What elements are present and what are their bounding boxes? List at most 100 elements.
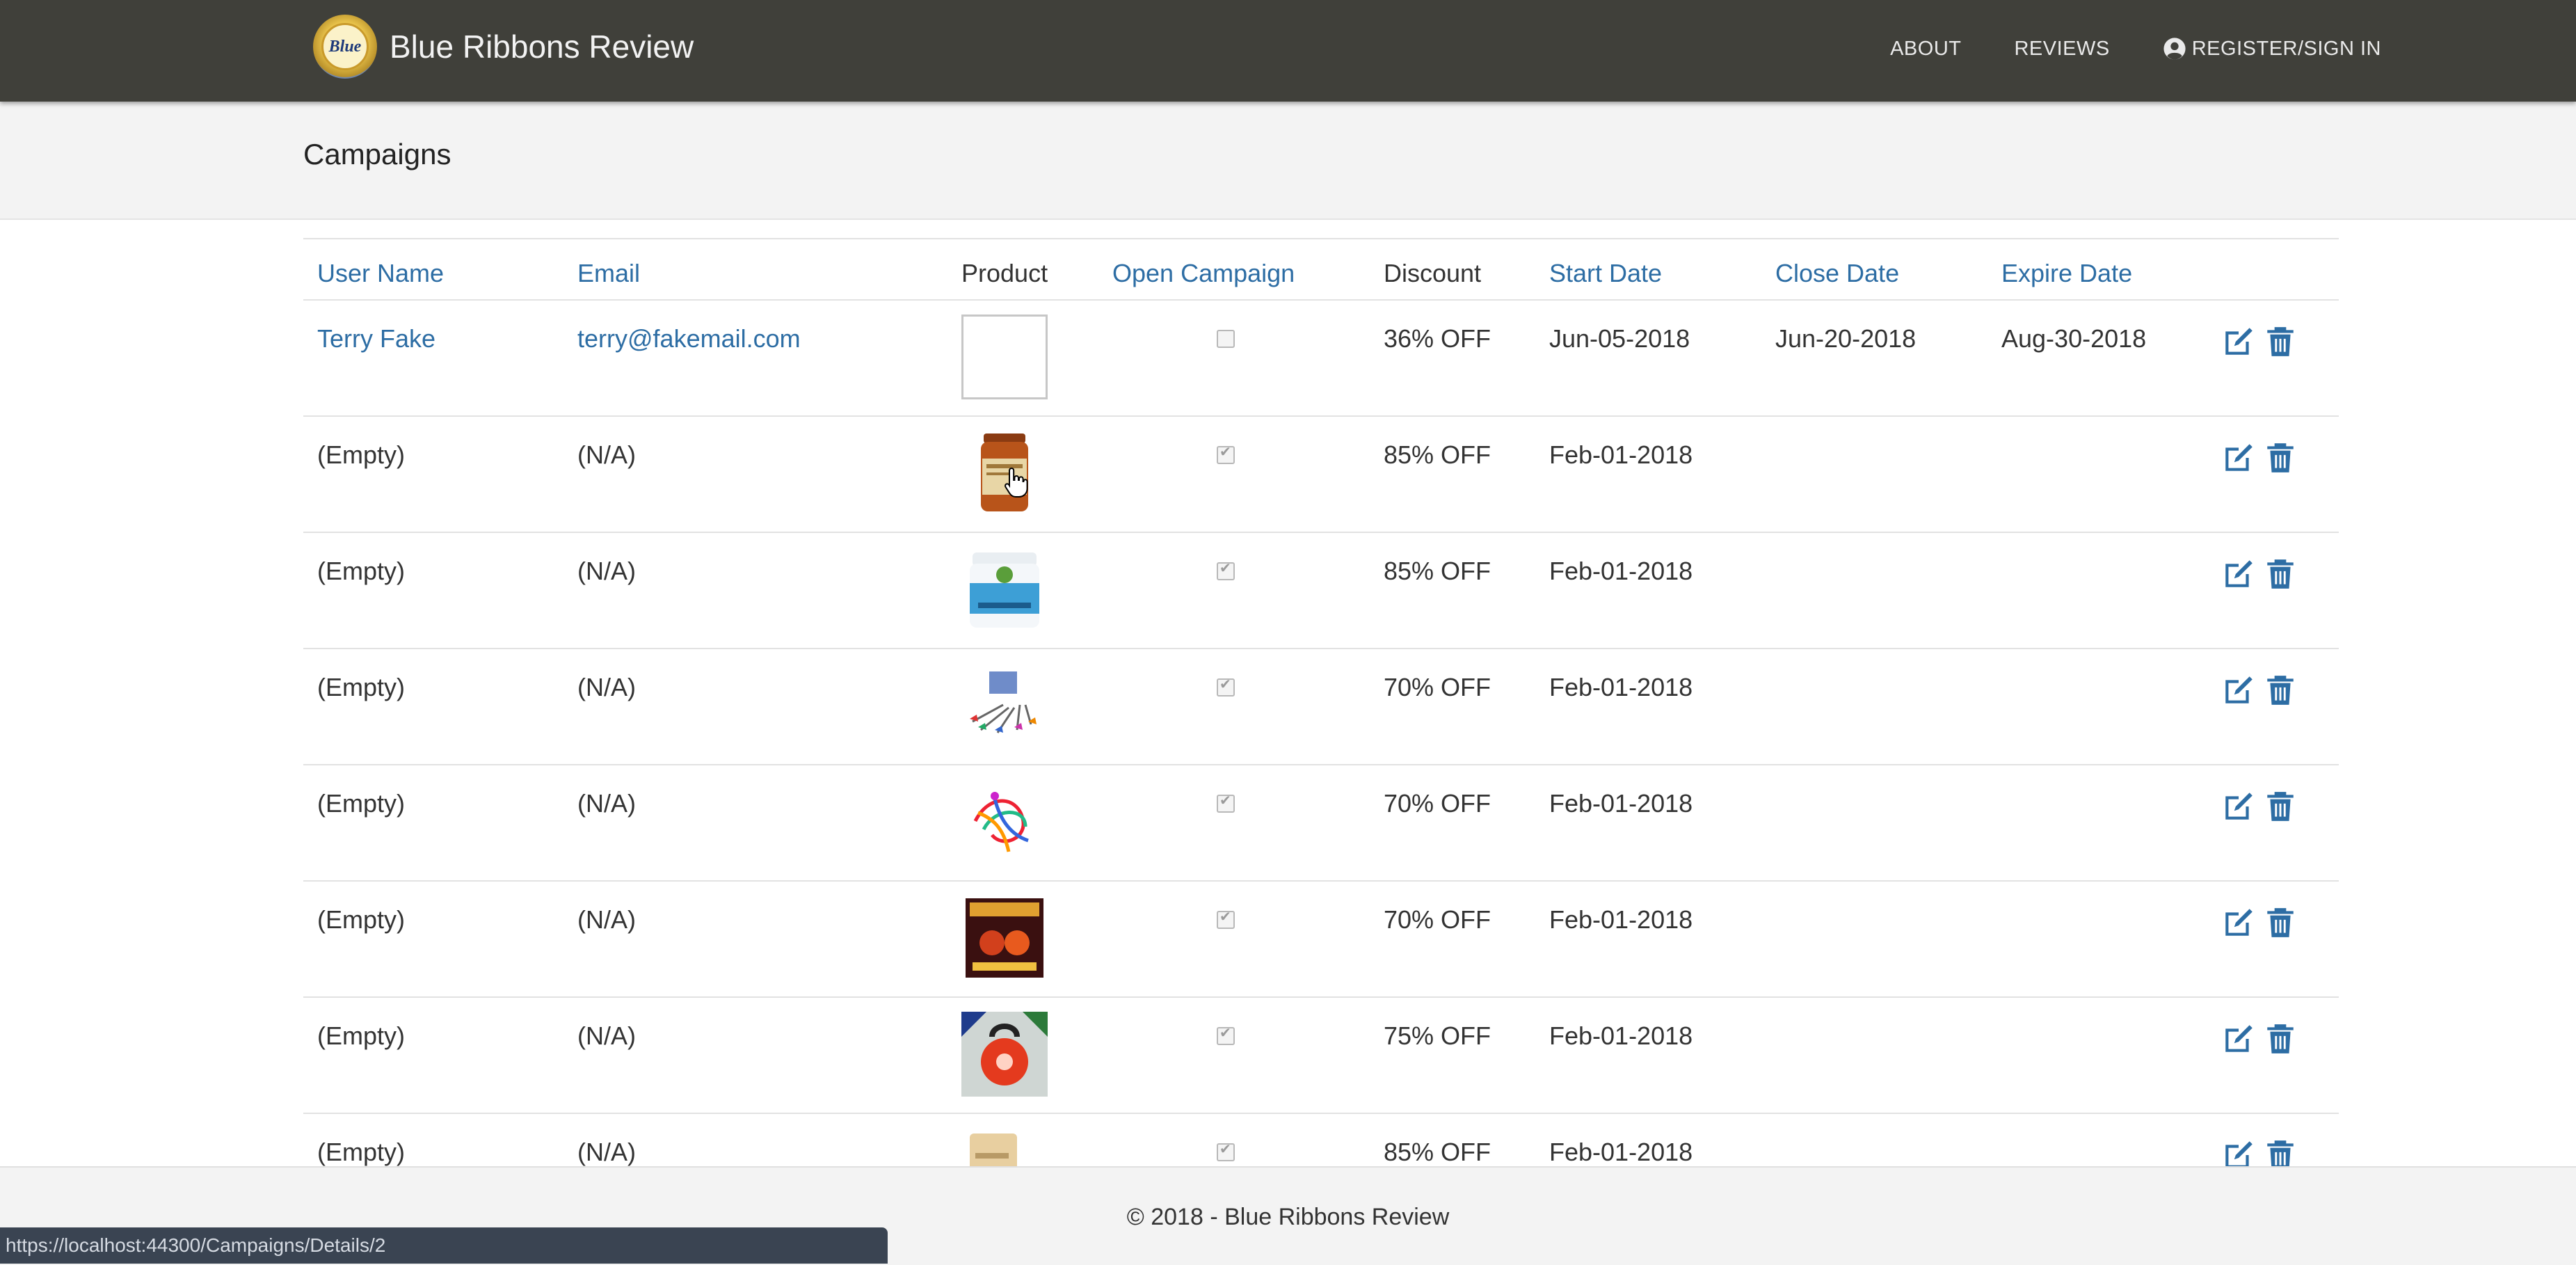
discount-cell: 75% OFF [1370, 996, 1535, 1113]
email-link[interactable]: terry@fakemail.com [563, 299, 947, 416]
header-open-campaign[interactable]: Open Campaign [1098, 238, 1370, 300]
start-date-cell: Feb-01-2018 [1535, 880, 1761, 997]
expire-date-cell [1987, 532, 2207, 649]
edit-icon[interactable] [2221, 324, 2256, 359]
edit-icon[interactable] [2221, 789, 2256, 824]
close-date-cell [1761, 996, 1987, 1113]
open-campaign-cell [1098, 648, 1370, 765]
edit-icon[interactable] [2221, 905, 2256, 940]
open-campaign-checkbox[interactable] [1217, 908, 1235, 929]
campaigns-table-container: User Name Email Product Open Campaign Di… [303, 238, 2339, 1230]
user-name-cell: (Empty) [303, 532, 563, 649]
brand-name: Blue Ribbons Review [390, 29, 694, 65]
open-campaign-checkbox[interactable] [1217, 443, 1235, 464]
edit-icon[interactable] [2221, 440, 2256, 475]
email-cell: (N/A) [563, 764, 947, 881]
table-row: (Empty) (N/A) 75% OFF Feb-01-2018 [303, 996, 2339, 1113]
nav-reviews-link[interactable]: REVIEWS [2014, 38, 2109, 61]
product-cell [947, 880, 1098, 997]
delete-icon[interactable] [2263, 673, 2298, 708]
start-date-cell: Feb-01-2018 [1535, 764, 1761, 881]
probiotic-jar-image[interactable] [961, 547, 1048, 632]
nav-about-link[interactable]: ABOUT [1890, 38, 1961, 61]
open-campaign-cell [1098, 996, 1370, 1113]
open-campaign-cell [1098, 415, 1370, 532]
table-row: (Empty) (N/A) 85% OFF Feb-01-2018 [303, 532, 2339, 649]
start-date-cell: Jun-05-2018 [1535, 299, 1761, 416]
start-date-cell: Feb-01-2018 [1535, 996, 1761, 1113]
expire-date-cell [1987, 415, 2207, 532]
open-campaign-checkbox[interactable] [1217, 676, 1235, 697]
delete-icon[interactable] [2263, 557, 2298, 591]
edit-icon[interactable] [2221, 557, 2256, 591]
actions-cell [2207, 764, 2339, 881]
close-date-cell [1761, 880, 1987, 997]
delete-icon[interactable] [2263, 1021, 2298, 1056]
header-email[interactable]: Email [563, 238, 947, 300]
open-campaign-checkbox[interactable] [1217, 1140, 1235, 1161]
product-cell [947, 299, 1098, 416]
open-campaign-checkbox[interactable] [1217, 792, 1235, 813]
colorful-cables-image[interactable] [961, 779, 1048, 864]
delete-icon[interactable] [2263, 324, 2298, 359]
user-name-link[interactable]: Terry Fake [303, 299, 563, 416]
blue-ribbons-logo-icon: Blue [313, 15, 377, 79]
header-expire-date[interactable]: Expire Date [1987, 238, 2207, 300]
header-close-date[interactable]: Close Date [1761, 238, 1987, 300]
email-cell: (N/A) [563, 532, 947, 649]
kettlebell-image[interactable] [961, 1012, 1048, 1097]
book-cover-image[interactable] [961, 896, 1048, 980]
actions-cell [2207, 880, 2339, 997]
close-date-cell: Jun-20-2018 [1761, 299, 1987, 416]
discount-cell: 70% OFF [1370, 880, 1535, 997]
open-campaign-checkbox[interactable] [1217, 330, 1235, 348]
start-date-cell: Feb-01-2018 [1535, 415, 1761, 532]
header-discount: Discount [1370, 238, 1535, 300]
table-row: Terry Fake terry@fakemail.com 36% OFF Ju… [303, 299, 2339, 416]
expire-date-cell [1987, 764, 2207, 881]
navbar: Blue Blue Ribbons Review ABOUT REVIEWS R… [0, 0, 2576, 102]
discount-cell: 70% OFF [1370, 764, 1535, 881]
brand-link[interactable]: Blue Blue Ribbons Review [313, 8, 694, 85]
expire-date-cell: Aug-30-2018 [1987, 299, 2207, 416]
product-cell [947, 648, 1098, 765]
email-cell: (N/A) [563, 996, 947, 1113]
start-date-cell: Feb-01-2018 [1535, 532, 1761, 649]
header-user-name[interactable]: User Name [303, 238, 563, 300]
open-campaign-cell [1098, 532, 1370, 649]
header-start-date[interactable]: Start Date [1535, 238, 1761, 300]
actions-cell [2207, 299, 2339, 416]
campaigns-table: User Name Email Product Open Campaign Di… [303, 238, 2339, 1230]
user-name-cell: (Empty) [303, 764, 563, 881]
nav-register-link[interactable]: REGISTER/SIGN IN [2163, 37, 2381, 61]
discount-cell: 36% OFF [1370, 299, 1535, 416]
open-campaign-checkbox[interactable] [1217, 559, 1235, 580]
edit-icon[interactable] [2221, 1021, 2256, 1056]
dart-set-image[interactable] [961, 663, 1048, 748]
open-campaign-cell [1098, 299, 1370, 416]
discount-cell: 85% OFF [1370, 532, 1535, 649]
product-cell [947, 764, 1098, 881]
delete-icon[interactable] [2263, 440, 2298, 475]
logo-text: Blue [321, 23, 369, 70]
edit-icon[interactable] [2221, 673, 2256, 708]
open-campaign-cell [1098, 764, 1370, 881]
delete-icon[interactable] [2263, 789, 2298, 824]
email-cell: (N/A) [563, 880, 947, 997]
user-name-cell: (Empty) [303, 648, 563, 765]
broken-image-icon[interactable] [961, 315, 1048, 399]
close-date-cell [1761, 532, 1987, 649]
close-date-cell [1761, 648, 1987, 765]
table-row: (Empty) (N/A) 85% OFF Feb-01-2018 [303, 415, 2339, 532]
expire-date-cell [1987, 996, 2207, 1113]
discount-cell: 85% OFF [1370, 415, 1535, 532]
actions-cell [2207, 996, 2339, 1113]
product-cell [947, 996, 1098, 1113]
close-date-cell [1761, 415, 1987, 532]
close-date-cell [1761, 764, 1987, 881]
user-name-cell: (Empty) [303, 415, 563, 532]
table-row: (Empty) (N/A) 70% OFF Feb-01-2018 [303, 764, 2339, 881]
delete-icon[interactable] [2263, 905, 2298, 940]
open-campaign-checkbox[interactable] [1217, 1024, 1235, 1045]
actions-cell [2207, 532, 2339, 649]
